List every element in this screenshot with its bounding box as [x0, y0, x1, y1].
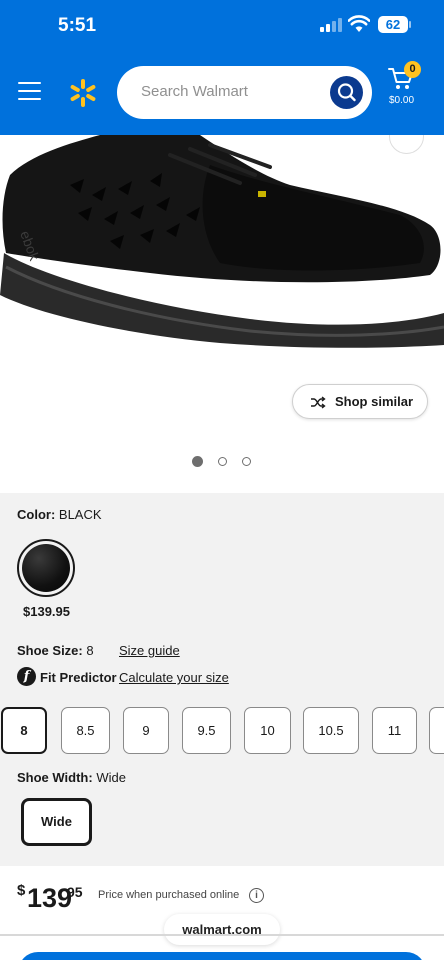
- shoe-width-row: Shoe Width: Wide: [17, 770, 126, 785]
- width-option-wide[interactable]: Wide: [21, 798, 92, 846]
- size-option-9-5[interactable]: 9.5: [182, 707, 231, 754]
- size-option-8[interactable]: 8: [1, 707, 47, 754]
- shoe-size-value: 8: [86, 643, 94, 658]
- carousel-dot-1[interactable]: [192, 456, 203, 467]
- menu-icon[interactable]: [18, 82, 41, 100]
- shoe-width-value: Wide: [96, 770, 126, 785]
- calculate-size-link[interactable]: Calculate your size: [119, 670, 229, 685]
- status-time: 5:51: [58, 15, 97, 36]
- size-option-10[interactable]: 10: [244, 707, 291, 754]
- battery-cap: [409, 21, 411, 28]
- price-footer: $ 139 95 Price when purchased online i w…: [0, 866, 444, 960]
- product-shoe-image: ebok: [0, 135, 444, 348]
- swatch-price: $139.95: [23, 604, 70, 619]
- carousel-dot-3[interactable]: [242, 457, 251, 466]
- cellular-signal-icon: [320, 18, 342, 32]
- price-whole: 139: [27, 883, 73, 913]
- fit-predictor-label: Fit Predictor: [40, 670, 117, 685]
- walmart-spark-logo-icon[interactable]: [68, 78, 98, 108]
- color-row: Color: BLACK: [17, 507, 102, 522]
- add-to-cart-button[interactable]: [18, 952, 426, 960]
- color-value: BLACK: [58, 507, 102, 522]
- size-option-10-5[interactable]: 10.5: [303, 707, 359, 754]
- info-icon[interactable]: i: [249, 888, 264, 903]
- shop-similar-button[interactable]: Shop similar: [292, 384, 428, 419]
- price-currency: $: [17, 882, 26, 899]
- shoe-size-row: Shoe Size: 8: [17, 643, 94, 658]
- price-note: Price when purchased online: [98, 889, 240, 901]
- size-option-overflow[interactable]: [429, 707, 444, 754]
- fit-predictor-icon: f: [17, 667, 36, 686]
- battery-indicator: 62: [378, 16, 408, 33]
- size-option-9[interactable]: 9: [123, 707, 169, 754]
- url-domain-pill[interactable]: walmart.com: [164, 914, 280, 945]
- divider: [0, 934, 444, 936]
- search-button[interactable]: [330, 76, 363, 109]
- shuffle-icon: [311, 396, 326, 409]
- cart-total: $0.00: [389, 95, 415, 106]
- cart-count-badge: 0: [404, 61, 421, 78]
- shop-similar-label: Shop similar: [335, 394, 414, 409]
- size-guide-link[interactable]: Size guide: [119, 643, 180, 658]
- color-swatch-black[interactable]: [17, 539, 75, 597]
- search-input[interactable]: Search Walmart: [117, 66, 372, 119]
- color-label: Color:: [17, 507, 56, 522]
- carousel-dot-2[interactable]: [218, 457, 227, 466]
- app-header: 5:51 62 Search Walmart 0 $0.00: [0, 0, 444, 135]
- search-placeholder: Search Walmart: [141, 83, 248, 100]
- wifi-icon: [348, 15, 370, 32]
- size-option-8-5[interactable]: 8.5: [61, 707, 110, 754]
- swatch-image: [22, 544, 70, 592]
- shoe-size-label: Shoe Size:: [17, 643, 83, 658]
- size-option-11[interactable]: 11: [372, 707, 417, 754]
- product-image-carousel[interactable]: ebok Shop similar: [0, 135, 444, 493]
- search-icon: [337, 83, 356, 102]
- shoe-width-label: Shoe Width:: [17, 770, 93, 785]
- price-cents: 95: [67, 884, 83, 900]
